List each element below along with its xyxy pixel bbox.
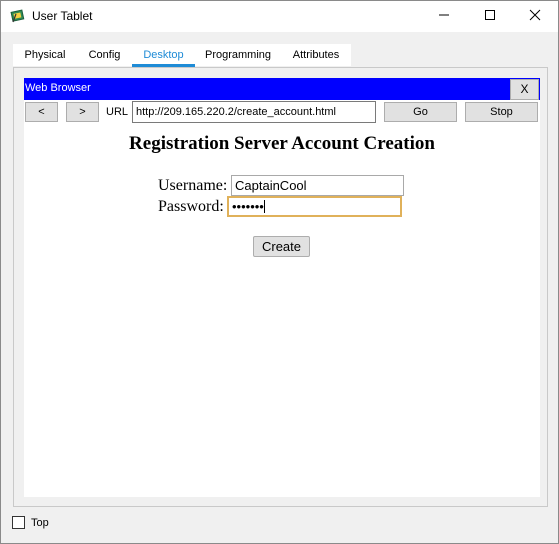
maximize-icon bbox=[484, 9, 496, 24]
forward-button[interactable]: > bbox=[66, 102, 99, 122]
back-button[interactable]: < bbox=[25, 102, 58, 122]
create-button[interactable]: Create bbox=[253, 236, 310, 257]
top-checkbox[interactable] bbox=[12, 516, 25, 529]
tablet-app-icon bbox=[10, 8, 26, 24]
desktop-panel: Web Browser X < > URL http://209.165.220… bbox=[13, 67, 548, 507]
go-button[interactable]: Go bbox=[384, 102, 457, 122]
password-label: Password: bbox=[158, 198, 224, 215]
text-caret bbox=[263, 200, 265, 213]
maximize-button[interactable] bbox=[467, 1, 513, 32]
title-bar: User Tablet bbox=[1, 1, 558, 32]
close-icon bbox=[529, 9, 541, 24]
url-input[interactable]: http://209.165.220.2/create_account.html bbox=[132, 101, 376, 123]
minimize-button[interactable] bbox=[421, 1, 467, 32]
minimize-icon bbox=[438, 9, 450, 24]
window-title: User Tablet bbox=[32, 9, 93, 23]
username-input[interactable]: CaptainCool bbox=[231, 175, 404, 196]
tab-desktop[interactable]: Desktop bbox=[132, 44, 195, 67]
password-value: ••••••• bbox=[232, 199, 264, 214]
tab-config[interactable]: Config bbox=[77, 44, 132, 66]
browser-title-bar: Web Browser bbox=[24, 78, 540, 100]
tab-attributes[interactable]: Attributes bbox=[281, 44, 351, 66]
page-heading: Registration Server Account Creation bbox=[129, 133, 435, 154]
stop-button[interactable]: Stop bbox=[465, 102, 538, 122]
top-checkbox-label: Top bbox=[31, 517, 49, 529]
tab-bar: Physical Config Desktop Programming Attr… bbox=[13, 44, 353, 67]
close-window-button[interactable] bbox=[512, 1, 558, 32]
password-input[interactable]: ••••••• bbox=[227, 196, 402, 217]
tab-programming[interactable]: Programming bbox=[195, 44, 281, 66]
url-label: URL bbox=[106, 106, 129, 118]
web-browser: Web Browser X < > URL http://209.165.220… bbox=[24, 78, 540, 497]
browser-close-button[interactable]: X bbox=[510, 79, 539, 100]
username-label: Username: bbox=[158, 177, 228, 194]
browser-title: Web Browser bbox=[25, 82, 91, 94]
tab-physical[interactable]: Physical bbox=[13, 44, 77, 66]
user-tablet-window: User Tablet Physical Config Desktop Prog… bbox=[0, 0, 559, 544]
